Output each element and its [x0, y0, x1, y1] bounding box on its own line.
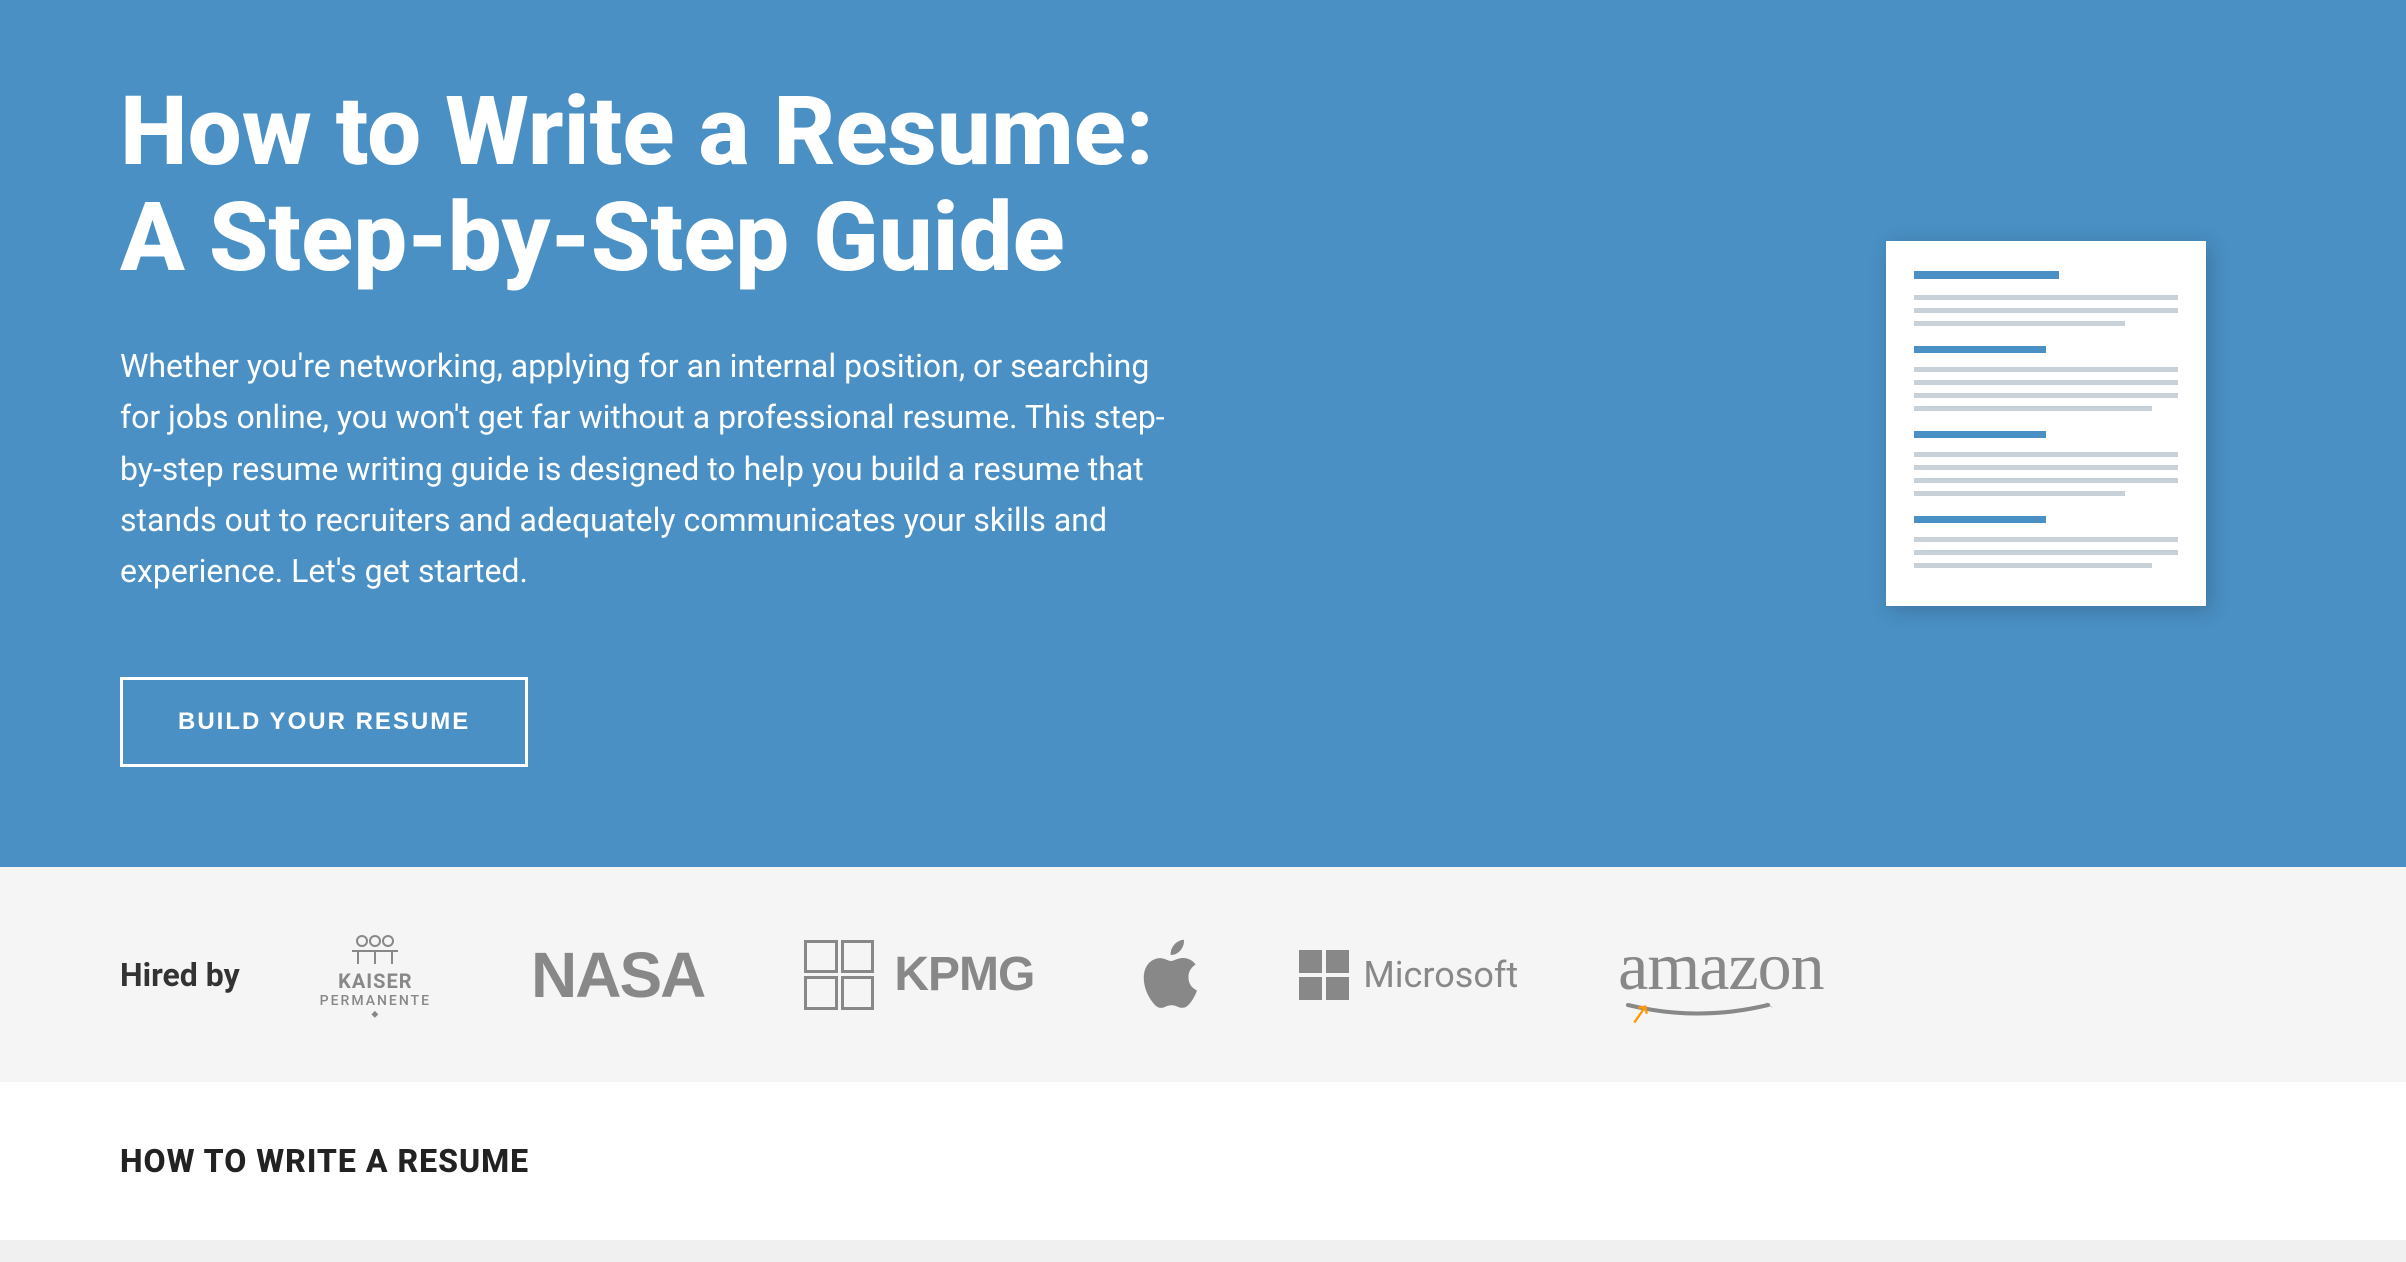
nasa-text: NASA	[531, 938, 704, 1012]
resume-line	[1914, 308, 2178, 313]
resume-line	[1914, 380, 2178, 385]
resume-illustration-header	[1914, 271, 2059, 279]
bottom-heading: HOW TO WRITE A RESUME	[120, 1142, 2286, 1180]
hired-by-label: Hired by	[120, 956, 240, 994]
resume-line	[1914, 295, 2178, 300]
kaiser-icon	[350, 929, 400, 969]
resume-line	[1914, 478, 2178, 483]
resume-line	[1914, 367, 2178, 372]
nasa-logo: NASA	[531, 938, 704, 1012]
amazon-logo: amazon	[1618, 927, 1823, 1022]
build-resume-button[interactable]: BUILD YOUR RESUME	[120, 677, 528, 767]
resume-line	[1914, 321, 2125, 326]
resume-line	[1914, 550, 2178, 555]
kaiser-permanente-logo: KAISER PERMANENTE ⬥	[320, 929, 431, 1020]
hero-content: How to Write a Resume:A Step-by-Step Gui…	[120, 80, 1170, 767]
kpmg-logo: KPMG	[804, 940, 1034, 1010]
microsoft-logo: Microsoft	[1299, 950, 1518, 1000]
microsoft-icon	[1299, 950, 1349, 1000]
resume-section-header	[1914, 431, 2046, 438]
apple-logo	[1134, 935, 1199, 1015]
apple-icon	[1134, 935, 1199, 1015]
resume-line	[1914, 563, 2152, 568]
kpmg-text: KPMG	[894, 947, 1034, 1002]
companies-row: KAISER PERMANENTE ⬥ NASA KPMG	[320, 927, 1824, 1022]
resume-line	[1914, 393, 2178, 398]
hero-title: How to Write a Resume:A Step-by-Step Gui…	[120, 80, 1170, 291]
resume-section-header	[1914, 346, 2046, 353]
resume-line	[1914, 537, 2178, 542]
resume-line	[1914, 452, 2178, 457]
amazon-text: amazon	[1618, 928, 1823, 1004]
resume-section-header	[1914, 516, 2046, 523]
hero-subtitle: Whether you're networking, applying for …	[120, 341, 1170, 597]
amazon-icon: amazon	[1618, 927, 1823, 1022]
resume-illustration	[1886, 241, 2206, 606]
resume-line	[1914, 406, 2152, 411]
kpmg-icon	[804, 940, 874, 1010]
resume-line	[1914, 491, 2125, 496]
bottom-section: HOW TO WRITE A RESUME	[0, 1082, 2406, 1240]
hero-section: How to Write a Resume:A Step-by-Step Gui…	[0, 0, 2406, 867]
resume-line	[1914, 465, 2178, 470]
microsoft-text: Microsoft	[1363, 954, 1518, 996]
hired-by-section: Hired by KAISER PERMANENTE ⬥ NASA	[0, 867, 2406, 1082]
